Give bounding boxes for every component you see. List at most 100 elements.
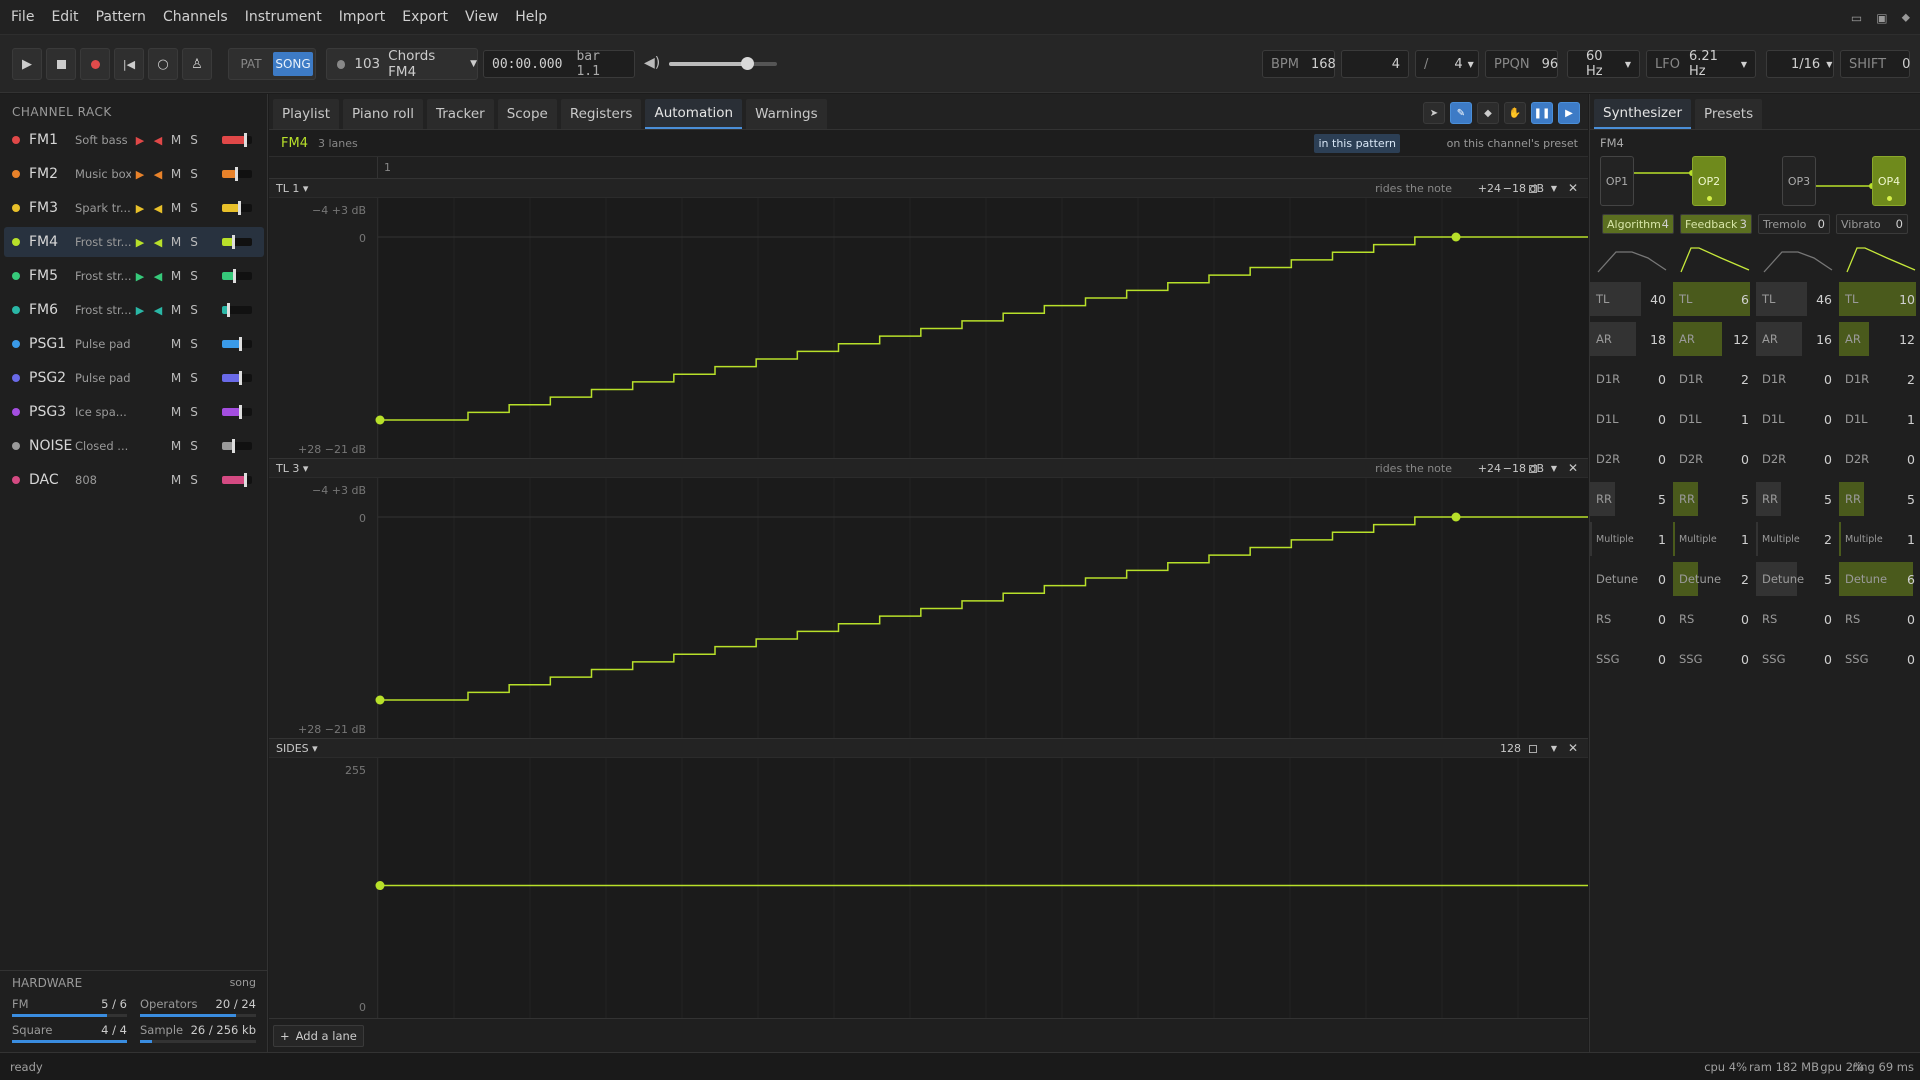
pattern-selector[interactable]: 103 Chords FM4 ▼ xyxy=(326,48,478,80)
channel-level-meter[interactable] xyxy=(222,405,252,419)
pan-right-icon[interactable]: ▶ xyxy=(131,202,149,215)
global-tremolo[interactable]: Tremolo 0 xyxy=(1758,214,1830,234)
menu-channels[interactable]: Channels xyxy=(152,0,234,35)
square-icon[interactable] xyxy=(1529,465,1537,473)
close-icon[interactable]: ✕ xyxy=(1568,181,1578,195)
mute-button[interactable]: M xyxy=(167,439,185,453)
channel-row[interactable]: NOISE Closed ... M S xyxy=(4,431,264,461)
op2-rs-param[interactable]: RS 0 xyxy=(1673,602,1755,636)
automation-point[interactable] xyxy=(1451,512,1461,522)
follow-tool[interactable]: ▶ xyxy=(1558,102,1580,124)
lane-name[interactable]: SIDES ▾ xyxy=(276,742,318,755)
op2-detune-param[interactable]: Detune 2 xyxy=(1673,562,1755,596)
automation-line[interactable] xyxy=(378,516,1588,701)
op4-multiple-param[interactable]: Multiple 1 xyxy=(1839,522,1920,556)
tab-tracker[interactable]: Tracker xyxy=(426,99,494,129)
solo-button[interactable]: S xyxy=(185,337,203,351)
rewind-button[interactable]: |◀ xyxy=(114,48,144,80)
op3-tl-param[interactable]: TL 46 xyxy=(1756,282,1838,316)
pan-left-icon[interactable]: ◀ xyxy=(149,168,167,181)
close-icon[interactable]: ✕ xyxy=(1568,461,1578,475)
volume-knob[interactable] xyxy=(740,57,754,70)
settings-icon[interactable]: ⬥ xyxy=(1902,10,1910,25)
menu-edit[interactable]: Edit xyxy=(40,0,84,35)
mute-button[interactable]: M xyxy=(167,167,185,181)
op3-d1r-param[interactable]: D1R 0 xyxy=(1756,362,1838,396)
channel-row[interactable]: PSG3 Ice spa... M S xyxy=(4,397,264,427)
channel-row[interactable]: FM5 Frost str... ▶ ◀ M S xyxy=(4,261,264,291)
square-icon[interactable] xyxy=(1529,745,1537,753)
chevron-down-icon[interactable]: ▼ xyxy=(1551,464,1557,473)
solo-button[interactable]: S xyxy=(185,167,203,181)
lane-tl3[interactable]: −4 +3 dB 0 +28 −21 dB xyxy=(269,478,1588,738)
pause-tool[interactable]: ❚❚ xyxy=(1531,102,1553,124)
menu-instrument[interactable]: Instrument xyxy=(234,0,328,35)
mute-button[interactable]: M xyxy=(167,303,185,317)
op2-d1l-param[interactable]: D1L 1 xyxy=(1673,402,1755,436)
tab-playlist[interactable]: Playlist xyxy=(273,99,339,129)
solo-button[interactable]: S xyxy=(185,473,203,487)
menu-help[interactable]: Help xyxy=(504,0,553,35)
op3-ar-param[interactable]: AR 16 xyxy=(1756,322,1838,356)
solo-button[interactable]: S xyxy=(185,371,203,385)
pan-left-icon[interactable]: ◀ xyxy=(149,270,167,283)
op1-tl-param[interactable]: TL 40 xyxy=(1590,282,1672,316)
mode-switch[interactable]: PAT SONG xyxy=(228,48,316,80)
solo-button[interactable]: S xyxy=(185,133,203,147)
channel-level-meter[interactable] xyxy=(222,337,252,351)
hand-tool[interactable]: ✋ xyxy=(1504,102,1526,124)
tab-warnings[interactable]: Warnings xyxy=(746,99,827,129)
op4-ar-param[interactable]: AR 12 xyxy=(1839,322,1920,356)
solo-button[interactable]: S xyxy=(185,269,203,283)
chevron-down-icon[interactable]: ▼ xyxy=(1551,184,1557,193)
automation-point[interactable] xyxy=(375,415,385,425)
pan-left-icon[interactable]: ◀ xyxy=(149,304,167,317)
automation-curve[interactable] xyxy=(269,478,1588,738)
pan-right-icon[interactable]: ▶ xyxy=(131,270,149,283)
op1-d2r-param[interactable]: D2R 0 xyxy=(1590,442,1672,476)
op1-ssg-param[interactable]: SSG 0 xyxy=(1590,642,1672,676)
channel-row[interactable]: DAC 808 M S xyxy=(4,465,264,495)
channel-level-meter[interactable] xyxy=(222,303,252,317)
stop-button[interactable] xyxy=(46,48,76,80)
op1-d1r-param[interactable]: D1R 0 xyxy=(1590,362,1672,396)
mute-button[interactable]: M xyxy=(167,235,185,249)
op3-d2r-param[interactable]: D2R 0 xyxy=(1756,442,1838,476)
op4-tl-param[interactable]: TL 10 xyxy=(1839,282,1920,316)
channel-row[interactable]: FM1 Soft bass ▶ ◀ M S xyxy=(4,125,264,155)
automation-curve[interactable] xyxy=(269,198,1588,458)
mute-button[interactable]: M xyxy=(167,337,185,351)
op3-d1l-param[interactable]: D1L 0 xyxy=(1756,402,1838,436)
op4-rs-param[interactable]: RS 0 xyxy=(1839,602,1920,636)
op4-detune-param[interactable]: Detune 6 xyxy=(1839,562,1920,596)
pan-left-icon[interactable]: ◀ xyxy=(149,202,167,215)
tab-presets[interactable]: Presets xyxy=(1695,99,1763,129)
op2-ar-param[interactable]: AR 12 xyxy=(1673,322,1755,356)
op1-box[interactable]: OP1 xyxy=(1600,156,1634,206)
lane-sides[interactable]: 255 0 xyxy=(269,758,1588,1018)
lane-name[interactable]: TL 3 ▾ xyxy=(276,462,308,475)
op2-d1r-param[interactable]: D1R 2 xyxy=(1673,362,1755,396)
pointer-tool[interactable]: ➤ xyxy=(1423,102,1445,124)
op2-box[interactable]: OP2 xyxy=(1692,156,1726,206)
channel-level-meter[interactable] xyxy=(222,133,252,147)
op4-d2r-param[interactable]: D2R 0 xyxy=(1839,442,1920,476)
automation-line[interactable] xyxy=(378,236,1588,421)
channel-level-meter[interactable] xyxy=(222,269,252,283)
grid-select[interactable]: 1/16 ▼ xyxy=(1766,50,1834,78)
automation-curve[interactable] xyxy=(269,758,1588,1018)
record-button[interactable] xyxy=(80,48,110,80)
save-icon[interactable]: ▣ xyxy=(1876,11,1887,25)
op4-box[interactable]: OP4 xyxy=(1872,156,1906,206)
mode-pat[interactable]: PAT xyxy=(231,57,271,71)
tab-automation[interactable]: Automation xyxy=(645,99,743,129)
op2-ssg-param[interactable]: SSG 0 xyxy=(1673,642,1755,676)
scope-channel-preset[interactable]: on this channel's preset xyxy=(1447,137,1578,150)
mute-button[interactable]: M xyxy=(167,201,185,215)
speaker-icon[interactable]: ◀) xyxy=(644,55,660,71)
op1-rs-param[interactable]: RS 0 xyxy=(1590,602,1672,636)
op4-rr-param[interactable]: RR 5 xyxy=(1839,482,1920,516)
folder-icon[interactable]: ▭ xyxy=(1851,11,1862,25)
loop-button[interactable]: ○ xyxy=(148,48,178,80)
channel-level-meter[interactable] xyxy=(222,235,252,249)
